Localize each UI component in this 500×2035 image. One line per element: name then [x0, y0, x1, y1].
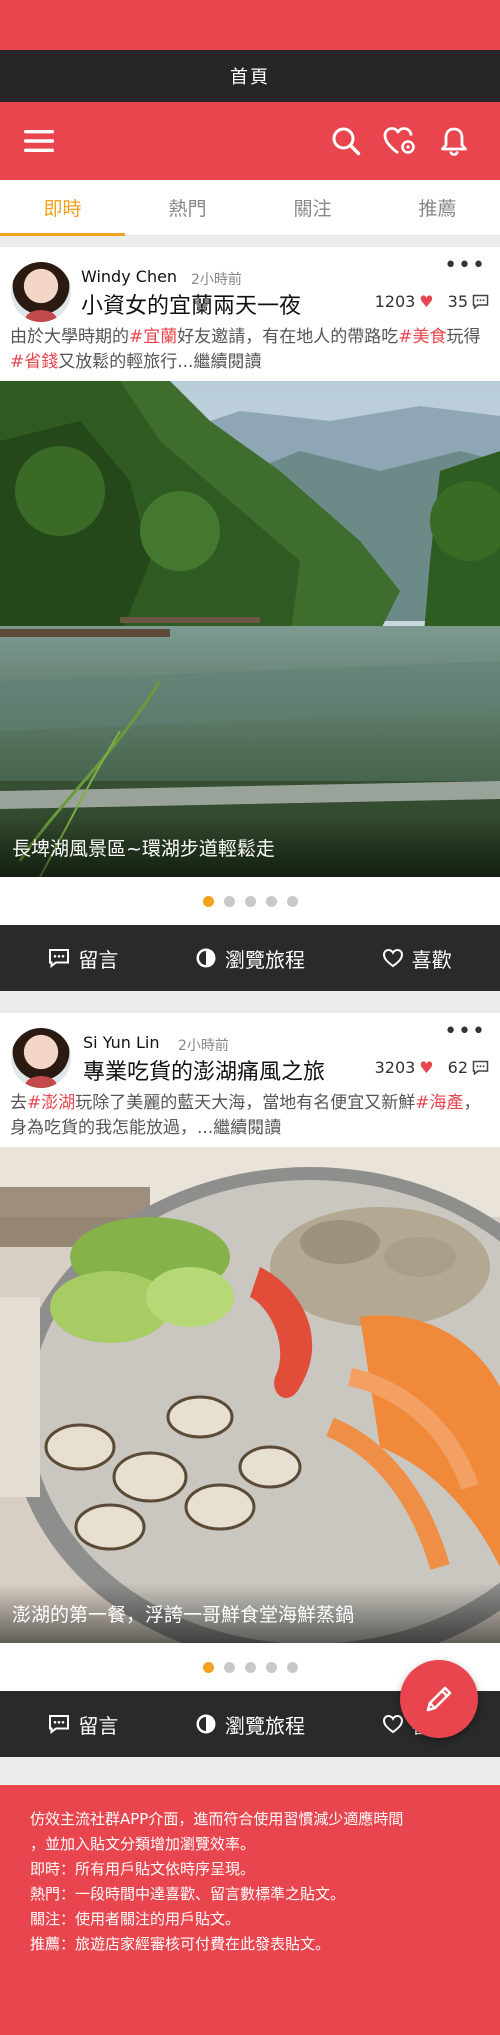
- description-line: 即時：所有用戶貼文依時序呈現。: [30, 1860, 256, 1878]
- tab-bar: 即時 熱門 關注 推薦: [0, 180, 500, 236]
- pager-dot[interactable]: [202, 1662, 214, 1673]
- hashtag-link[interactable]: #省錢: [10, 352, 58, 372]
- pager-dot[interactable]: [244, 896, 256, 907]
- description-line: 推薦：旅遊店家經審核可付費在此發表貼文。: [30, 1935, 331, 1953]
- hashtag-link[interactable]: #海產: [415, 1093, 463, 1113]
- comment-icon: [472, 294, 489, 309]
- page-title: 首頁: [0, 50, 500, 102]
- post-action-bar: 留言 瀏覽旅程 喜歡: [0, 925, 500, 991]
- like-label: 喜歡: [411, 947, 452, 972]
- post-card: Si Yun Lin 2小時前 專業吃貨的澎湖痛風之旅 ••• 3203 ♥ 6…: [0, 1013, 500, 1757]
- description-line: 仿效主流社群APP介面，進而符合使用習慣減少適應時間: [30, 1810, 404, 1828]
- comment-icon: [472, 1060, 489, 1075]
- post-stats: 3203 ♥ 62: [375, 1058, 489, 1077]
- compose-post-button[interactable]: [400, 1660, 478, 1738]
- tab-latest[interactable]: 即時: [0, 180, 125, 235]
- tab-following[interactable]: 關注: [250, 180, 375, 235]
- post-time: 2小時前: [178, 1038, 229, 1054]
- author-name[interactable]: Windy Chen: [81, 267, 177, 286]
- pager-dot[interactable]: [202, 896, 214, 907]
- excerpt-text: 去: [10, 1093, 27, 1113]
- post-stats: 1203 ♥ 35: [375, 292, 489, 311]
- pager-dot[interactable]: [286, 896, 298, 907]
- browse-trip-button[interactable]: 瀏覽旅程: [167, 1710, 334, 1739]
- excerpt-text: 又放鬆的輕旅行...繼續閱讀: [58, 352, 262, 372]
- description-line: 關注：使用者關注的用戶貼文。: [30, 1910, 241, 1928]
- bell-icon[interactable]: [430, 117, 478, 165]
- more-options-icon[interactable]: •••: [444, 253, 486, 278]
- like-count: 1203: [374, 292, 416, 311]
- menu-icon[interactable]: [22, 117, 56, 165]
- excerpt-text: 由於大學時期的: [10, 327, 129, 347]
- avatar[interactable]: [11, 262, 71, 322]
- hashtag-link[interactable]: #美食: [398, 327, 446, 347]
- comment-icon: [49, 1715, 70, 1734]
- post-title[interactable]: 專業吃貨的澎湖痛風之旅: [83, 1054, 325, 1086]
- browse-trip-label: 瀏覽旅程: [225, 1713, 305, 1738]
- post-excerpt[interactable]: 去#澎湖玩除了美麗的藍天大海，當地有名便宜又新鮮#海產，身為吃貨的我怎能放過，.…: [10, 1091, 490, 1141]
- heart-icon: ♥: [419, 1058, 434, 1077]
- pencil-icon: [426, 1686, 452, 1712]
- pager-dot[interactable]: [223, 1662, 235, 1673]
- status-bar: [0, 0, 500, 50]
- pager-dot[interactable]: [286, 1662, 298, 1673]
- description-line: 熱門：一段時間中達喜歡、留言數標準之貼文。: [30, 1885, 346, 1903]
- excerpt-text: 玩除了美麗的藍天大海，當地有名便宜又新鮮: [75, 1093, 416, 1113]
- hashtag-link[interactable]: #澎湖: [27, 1093, 75, 1113]
- heart-icon: ♥: [419, 292, 434, 311]
- post-title[interactable]: 小資女的宜蘭兩天一夜: [81, 288, 301, 320]
- comment-icon: [49, 949, 70, 968]
- app-screen: 首頁 即時 熱門 關注 推薦 Windy Chen 2小時前 小資女的宜蘭兩天一…: [0, 0, 500, 2035]
- comment-count: 35: [447, 292, 468, 311]
- excerpt-text: 好友邀請，有在地人的帶路吃: [177, 327, 399, 347]
- browse-trip-label: 瀏覽旅程: [225, 947, 305, 972]
- excerpt-text: 玩得: [446, 327, 481, 347]
- post-excerpt[interactable]: 由於大學時期的#宜蘭好友邀請，有在地人的帶路吃#美食玩得 #省錢又放鬆的輕旅行..…: [10, 325, 490, 375]
- heart-settings-icon[interactable]: [376, 117, 424, 165]
- comment-button[interactable]: 留言: [0, 944, 167, 973]
- post-time: 2小時前: [191, 272, 242, 288]
- like-button[interactable]: 喜歡: [333, 944, 500, 973]
- comment-label: 留言: [78, 947, 119, 972]
- author-name[interactable]: Si Yun Lin: [83, 1033, 160, 1052]
- active-tab-indicator: [0, 233, 125, 236]
- heart-icon: [382, 948, 403, 968]
- comment-button[interactable]: 留言: [0, 1710, 167, 1739]
- photo-caption: 澎湖的第一餐，浮誇一哥鮮食堂海鮮蒸鍋: [0, 1583, 500, 1643]
- hashtag-link[interactable]: #宜蘭: [129, 327, 177, 347]
- photo-caption: 長埤湖風景區~環湖步道輕鬆走: [0, 817, 500, 877]
- avatar[interactable]: [11, 1028, 71, 1088]
- post-card: Windy Chen 2小時前 小資女的宜蘭兩天一夜 ••• 1203 ♥ 35…: [0, 247, 500, 991]
- comment-count: 62: [447, 1058, 468, 1077]
- pager-dot[interactable]: [265, 896, 277, 907]
- app-bar: [0, 102, 500, 180]
- compass-icon: [196, 1714, 216, 1734]
- post-header: Windy Chen 2小時前 小資女的宜蘭兩天一夜 ••• 1203 ♥ 35: [0, 247, 500, 325]
- search-icon[interactable]: [322, 117, 370, 165]
- post-photo-seafood[interactable]: 澎湖的第一餐，浮誇一哥鮮食堂海鮮蒸鍋: [0, 1147, 500, 1643]
- pager-dot[interactable]: [265, 1662, 277, 1673]
- compass-icon: [196, 948, 216, 968]
- image-pager: [0, 896, 500, 907]
- feature-description: 仿效主流社群APP介面，進而符合使用習慣減少適應時間 ，並加入貼文分類增加瀏覽效…: [0, 1785, 500, 2035]
- like-count: 3203: [374, 1058, 416, 1077]
- tab-popular[interactable]: 熱門: [125, 180, 250, 235]
- comment-label: 留言: [78, 1713, 119, 1738]
- more-options-icon[interactable]: •••: [444, 1019, 486, 1044]
- post-photo-lake[interactable]: 長埤湖風景區~環湖步道輕鬆走: [0, 381, 500, 877]
- description-line: ，並加入貼文分類增加瀏覽效率。: [30, 1835, 256, 1853]
- pager-dot[interactable]: [244, 1662, 256, 1673]
- browse-trip-button[interactable]: 瀏覽旅程: [167, 944, 334, 973]
- pager-dot[interactable]: [223, 896, 235, 907]
- post-header: Si Yun Lin 2小時前 專業吃貨的澎湖痛風之旅 ••• 3203 ♥ 6…: [0, 1013, 500, 1091]
- tab-recommended[interactable]: 推薦: [375, 180, 500, 235]
- heart-icon: [382, 1714, 403, 1734]
